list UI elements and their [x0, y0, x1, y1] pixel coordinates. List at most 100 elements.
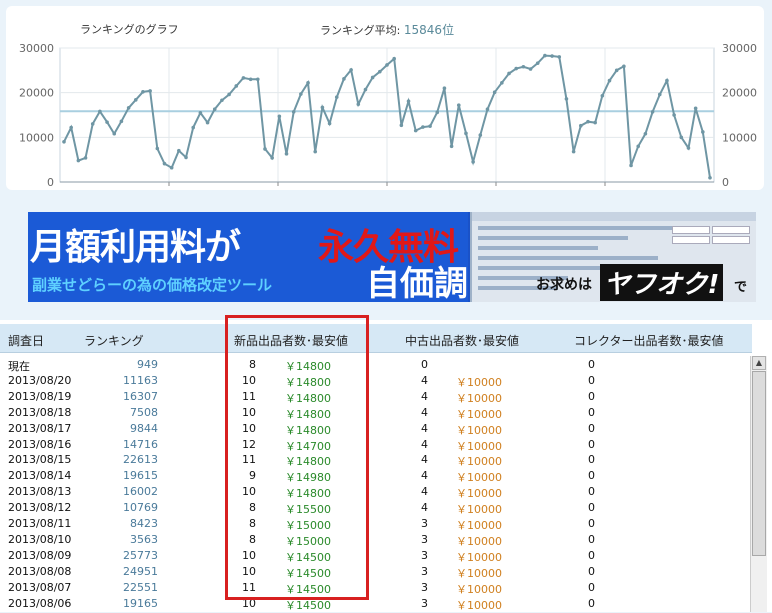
- data-point: [535, 61, 540, 65]
- row-collector-count: 0: [588, 580, 595, 594]
- data-point: [693, 106, 698, 111]
- data-point: [356, 102, 361, 107]
- row-rank: 22551: [123, 580, 158, 594]
- data-point: [227, 92, 231, 97]
- data-point: [385, 63, 389, 67]
- data-point: [370, 75, 375, 80]
- data-point: [241, 76, 246, 80]
- table-row: 2013/08/19 16307 11 ￥14800 4 ￥10000 0: [0, 390, 750, 405]
- data-point: [428, 124, 432, 128]
- header-date: 調査日: [8, 334, 45, 348]
- data-point: [148, 89, 152, 93]
- row-used-count: 4: [421, 421, 428, 435]
- table-row: 現在 949 8 ￥14800 0 0: [0, 358, 750, 373]
- data-point: [363, 87, 368, 92]
- row-rank: 19615: [123, 469, 158, 483]
- table-row: 2013/08/06 19165 10 ￥14500 3 ￥10000 0: [0, 597, 750, 612]
- row-collector-count: 0: [588, 389, 595, 403]
- row-date: 2013/08/07: [8, 580, 72, 594]
- row-used-count: 4: [421, 373, 428, 387]
- row-rank: 16002: [123, 485, 158, 499]
- table-row: 2013/08/14 19615 9 ￥14980 4 ￥10000 0: [0, 469, 750, 484]
- scroll-thumb[interactable]: [752, 371, 766, 556]
- row-date: 2013/08/15: [8, 453, 72, 467]
- row-used-count: 4: [421, 453, 428, 467]
- data-point: [464, 131, 468, 136]
- y-tick-label-right: 10000: [722, 131, 757, 144]
- row-rank: 22613: [123, 453, 158, 467]
- table-row: 2013/08/18 7508 10 ￥14800 4 ￥10000 0: [0, 406, 750, 421]
- table-row: 2013/08/08 24951 10 ￥14500 3 ￥10000 0: [0, 565, 750, 580]
- data-point: [500, 81, 504, 85]
- banner-product-name: 自価調: [366, 264, 468, 302]
- data-point: [643, 131, 648, 136]
- row-used-price: ￥10000: [456, 550, 502, 564]
- data-point: [636, 144, 641, 149]
- row-used-price: ￥10000: [456, 391, 502, 405]
- data-point: [679, 135, 684, 140]
- y-tick-label-left: 30000: [19, 42, 54, 55]
- row-rank: 8423: [130, 517, 158, 530]
- row-collector-count: 0: [588, 421, 595, 435]
- data-point: [657, 92, 662, 97]
- row-collector-count: 0: [588, 517, 595, 530]
- row-collector-count: 0: [588, 437, 595, 451]
- chart-title: ランキングのグラフ: [80, 23, 179, 36]
- row-rank: 14716: [123, 437, 158, 451]
- row-used-price: ￥10000: [456, 375, 502, 389]
- y-tick-label-right: 0: [722, 176, 729, 189]
- data-point: [607, 78, 612, 83]
- data-point: [234, 84, 239, 88]
- table-scrollbar[interactable]: ▲: [750, 356, 767, 612]
- data-point: [263, 147, 267, 151]
- data-point: [557, 55, 562, 59]
- banner-subtitle: 副業せどらーの為の価格改定ツール: [32, 276, 273, 294]
- data-point: [313, 149, 318, 154]
- table-row: 2013/08/09 25773 10 ￥14500 3 ￥10000 0: [0, 549, 750, 564]
- data-point: [701, 130, 705, 134]
- data-point: [306, 81, 310, 85]
- data-point: [270, 156, 274, 160]
- data-point: [413, 128, 418, 133]
- data-point: [198, 110, 203, 115]
- y-tick-label-right: 30000: [722, 42, 757, 55]
- data-point: [449, 144, 454, 149]
- header-rank: ランキング: [84, 334, 144, 348]
- data-point: [456, 103, 461, 107]
- row-used-count: 4: [421, 405, 428, 419]
- ad-banner[interactable]: 月額利用料が 永久無料 副業せどらーの為の価格改定ツール 自価調 お求めは ヤフ…: [28, 212, 756, 302]
- row-used-price: ￥10000: [456, 423, 502, 437]
- row-used-price: ￥10000: [456, 487, 502, 501]
- scroll-up-icon[interactable]: ▲: [752, 356, 766, 370]
- row-used-price: ￥10000: [456, 534, 502, 548]
- row-used-count: 4: [421, 469, 428, 483]
- row-date: 2013/08/09: [8, 548, 72, 562]
- data-point: [564, 97, 569, 101]
- row-used-price: ￥10000: [456, 519, 502, 532]
- data-point: [205, 120, 210, 125]
- data-point: [76, 158, 81, 163]
- data-point: [442, 86, 447, 90]
- data-point: [212, 107, 217, 111]
- row-date: 2013/08/14: [8, 469, 72, 483]
- row-rank: 19165: [123, 596, 158, 610]
- y-tick-label-left: 20000: [19, 87, 54, 100]
- data-point: [83, 156, 88, 160]
- row-rank: 11163: [123, 373, 158, 387]
- data-point: [650, 110, 655, 114]
- data-point: [141, 89, 145, 94]
- data-point: [571, 149, 576, 154]
- row-used-count: 4: [421, 485, 428, 499]
- data-point: [672, 113, 676, 117]
- data-point: [256, 77, 260, 82]
- row-used-count: 3: [421, 596, 428, 610]
- data-point: [708, 175, 712, 180]
- row-used-price: ￥10000: [456, 503, 502, 517]
- row-rank: 3563: [130, 532, 158, 546]
- data-point: [184, 155, 188, 160]
- row-collector-count: 0: [588, 548, 595, 562]
- row-used-price: ￥10000: [456, 455, 502, 469]
- ranking-chart-panel: 0 0 10000 10000 20000 20000 30000 30000 ランキングのグ…: [6, 6, 764, 190]
- row-collector-count: 0: [588, 358, 595, 371]
- row-used-price: ￥10000: [456, 471, 502, 485]
